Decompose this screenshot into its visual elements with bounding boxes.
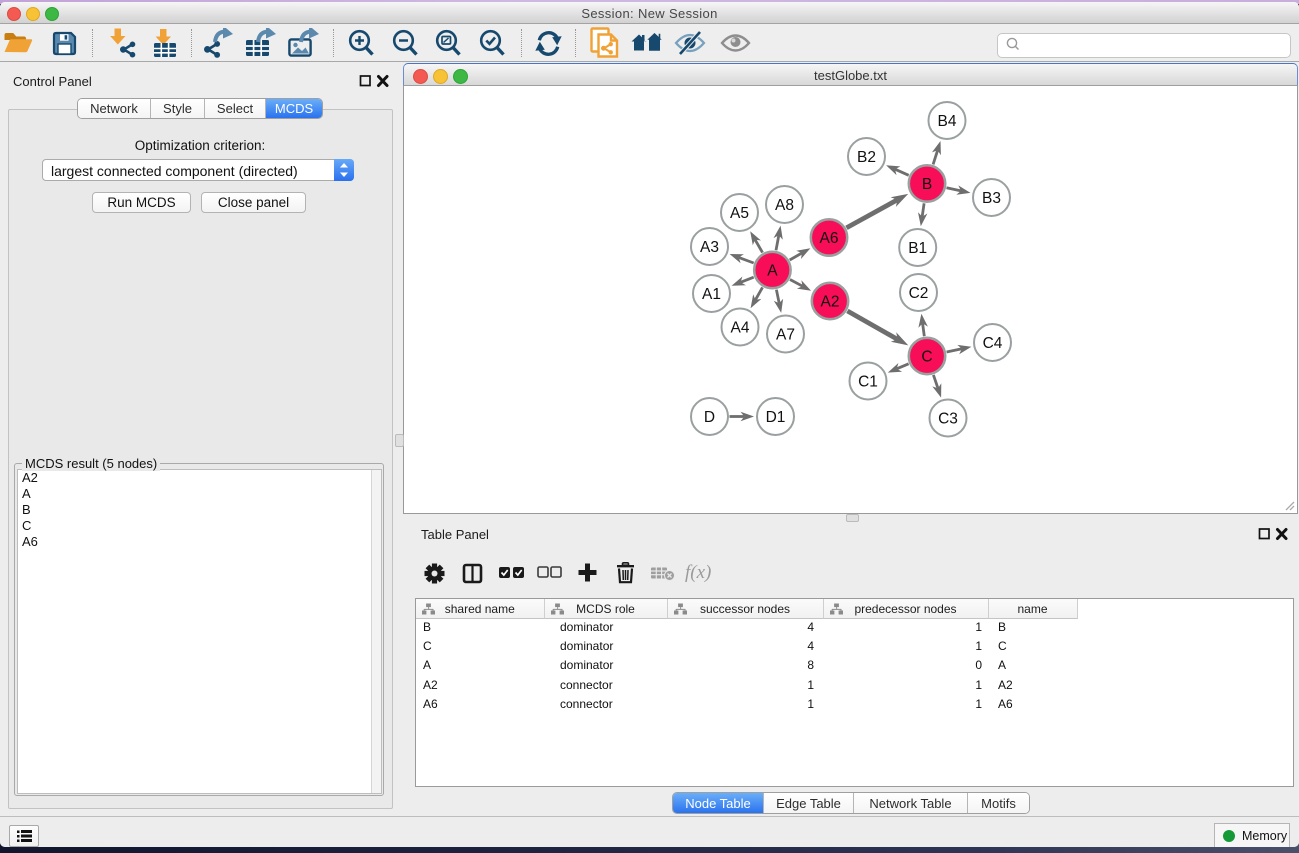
svg-text:B: B: [922, 176, 932, 193]
svg-text:C3: C3: [938, 411, 958, 428]
svg-text:A7: A7: [776, 327, 795, 344]
svg-text:A4: A4: [731, 320, 750, 337]
svg-text:A8: A8: [775, 197, 794, 214]
svg-text:C2: C2: [909, 285, 929, 302]
svg-text:B4: B4: [938, 113, 957, 130]
svg-text:A: A: [767, 263, 778, 280]
svg-text:B3: B3: [982, 190, 1001, 207]
svg-text:C: C: [921, 349, 932, 366]
svg-text:C4: C4: [983, 335, 1003, 352]
svg-text:A6: A6: [820, 230, 839, 247]
svg-text:A2: A2: [821, 294, 840, 311]
svg-text:D: D: [704, 409, 715, 426]
svg-text:A5: A5: [730, 205, 749, 222]
svg-text:B1: B1: [908, 240, 927, 257]
svg-text:A3: A3: [700, 239, 719, 256]
svg-text:B2: B2: [857, 149, 876, 166]
svg-text:C1: C1: [858, 374, 878, 391]
svg-text:D1: D1: [766, 409, 786, 426]
svg-text:A1: A1: [702, 286, 721, 303]
